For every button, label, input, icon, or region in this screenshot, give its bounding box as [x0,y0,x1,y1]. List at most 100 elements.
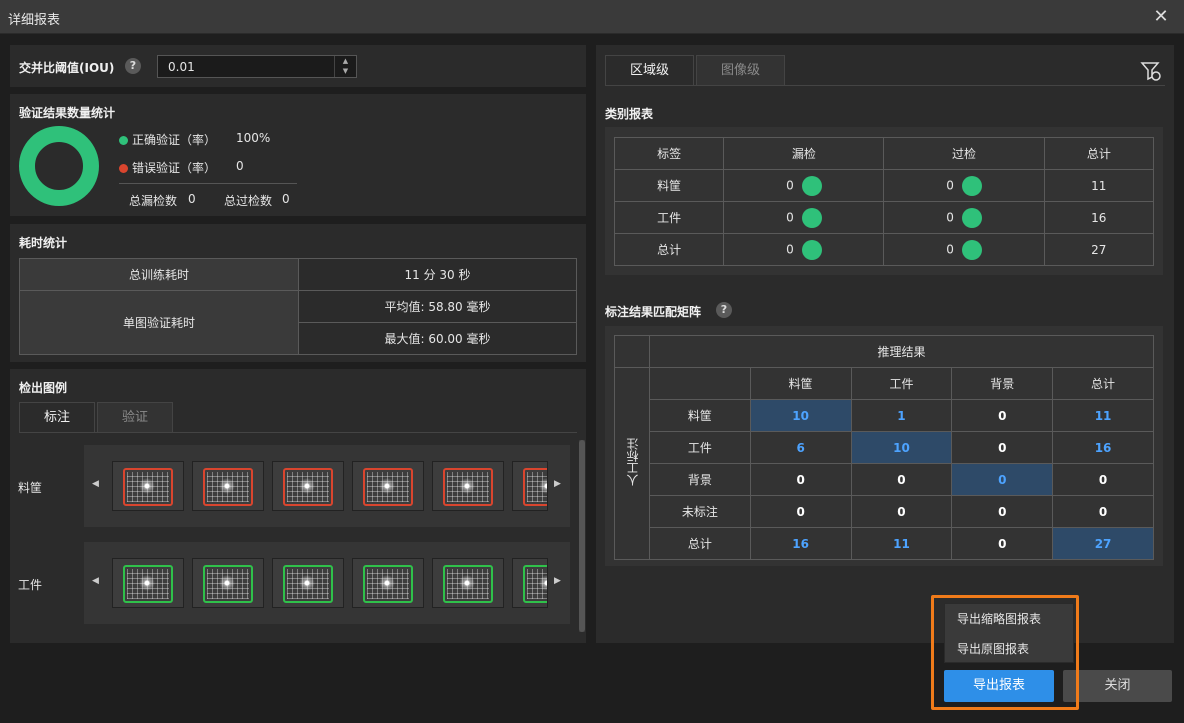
matrix-help-icon[interactable]: ? [716,302,732,318]
train-label: 总训练耗时 [19,258,299,291]
row-label: 总计 [613,233,725,266]
table-header-row: 人工标注 料筐 工件 背景 总计 [614,367,1154,560]
col-header: 总计 [1043,137,1155,170]
verify-donut-chart [19,126,99,206]
scroll-left-icon[interactable]: ◀ [92,576,99,586]
table-row: 料筐 0 0 11 [613,169,1155,202]
thumbnail[interactable] [192,461,264,511]
thumbnail[interactable] [512,558,548,608]
scrollbar-thumb[interactable] [579,440,585,632]
thumbnail[interactable] [272,558,344,608]
thumbnail[interactable] [272,461,344,511]
thumbnail[interactable] [432,558,504,608]
matrix-cell: 0 [1052,495,1154,528]
thumbnail[interactable] [352,558,424,608]
table-row: 工件 6 10 0 16 [615,431,1154,464]
matrix-cell: 16 [1052,431,1154,464]
filter-settings-icon[interactable] [1140,60,1162,82]
row-label-workpiece: 工件 [18,578,43,592]
matrix-cell: 0 [1052,463,1154,496]
status-ok-icon [961,175,982,196]
tab-image-level[interactable]: 图像级 [696,55,786,85]
thumbnail[interactable] [192,558,264,608]
thumbnail[interactable] [112,558,184,608]
missed-value: 0 [188,192,196,206]
side-header: 人工标注 [625,438,640,486]
table-row: 总计 0 0 27 [613,233,1155,266]
row-label: 背景 [649,463,751,496]
scroll-right-icon[interactable]: ▶ [554,576,561,586]
matrix-cell: 1 [850,399,953,432]
over-value: 0 [282,192,290,206]
thumbnail[interactable] [512,461,548,511]
table-row: 料筐 10 1 0 11 [615,399,1154,432]
matrix-cell: 0 [951,399,1054,432]
col-header: 标签 [613,137,725,170]
matrix-cell: 11 [850,527,953,560]
category-report-title: 类别报表 [605,107,654,121]
over-label: 总过检数 [224,194,273,208]
row-label: 料筐 [613,169,725,202]
close-icon[interactable]: ✕ [1150,6,1172,28]
matrix-cell: 0 [749,463,852,496]
menu-item-export-original[interactable]: 导出原图报表 [945,634,1073,664]
matrix-cell: 0 [951,431,1054,464]
table-header-row: 标签 漏检 过检 总计 [613,137,1155,170]
single-label: 单图验证耗时 [19,290,299,355]
thumbnail[interactable] [432,461,504,511]
category-report-table: 标签 漏检 过检 总计 料筐 0 0 11 工件 0 0 16 总计 0 0 2… [613,137,1155,266]
correct-value: 100% [236,131,271,145]
dialog-title: 详细报表 [8,13,61,28]
iou-help-icon[interactable]: ? [125,58,141,74]
corner-cell [614,335,650,368]
train-value: 11 分 30 秒 [298,258,577,291]
scroll-right-icon[interactable]: ▶ [554,479,561,489]
matrix-cell: 0 [951,495,1054,528]
decrement-icon[interactable]: ▼ [335,66,356,76]
verify-stats-title: 验证结果数量统计 [19,106,116,120]
matrix-cell: 0 [749,495,852,528]
tab-annotation[interactable]: 标注 [19,402,96,432]
menu-item-export-thumbnail[interactable]: 导出缩略图报表 [945,604,1073,634]
matrix-cell: 10 [850,431,953,464]
matrix-cell: 0 [951,527,1054,560]
total-cell: 27 [1043,233,1155,266]
close-button[interactable]: 关闭 [1063,670,1172,702]
iou-value[interactable]: 0.01 [168,60,195,74]
row-label: 料筐 [649,399,751,432]
over-cell: 0 [883,201,1045,234]
examples-scrollbar[interactable] [579,440,585,632]
tab-region-level[interactable]: 区域级 [605,55,695,85]
status-ok-icon [801,239,822,260]
top-header: 推理结果 [649,335,1154,368]
missed-cell: 0 [723,169,885,202]
time-stats-table: 总训练耗时 11 分 30 秒 单图验证耗时 平均值: 58.80 毫秒 最大值… [19,258,577,355]
export-report-button[interactable]: 导出报表 [944,670,1054,702]
matrix-cell: 0 [850,463,953,496]
row-label: 总计 [649,527,751,560]
cell-value: 0 [946,178,954,192]
cell-value: 0 [786,178,794,192]
row-label: 未标注 [649,495,751,528]
matrix-cell: 0 [951,463,1054,496]
iou-stepper[interactable]: 0.01 ▲ ▼ [157,55,357,78]
time-stats-title: 耗时统计 [19,236,68,250]
matrix-cell: 6 [749,431,852,464]
thumbnail[interactable] [352,461,424,511]
scroll-left-icon[interactable]: ◀ [92,479,99,489]
legend-correct: 正确验证（率） [119,131,216,148]
thumbnail[interactable] [112,461,184,511]
legend-wrong: 错误验证（率） [119,159,216,176]
correct-dot-icon [119,136,128,145]
row-label-basket: 料筐 [18,481,43,495]
correct-label: 正确验证（率） [132,133,217,147]
status-ok-icon [961,207,982,228]
corner-cell [649,367,751,400]
increment-icon[interactable]: ▲ [335,56,356,66]
missed-cell: 0 [723,201,885,234]
matrix-cell: 11 [1052,399,1154,432]
table-row: 工件 0 0 16 [613,201,1155,234]
tab-verify[interactable]: 验证 [97,402,174,432]
report-tabs: 区域级 图像级 [605,55,786,85]
avg-value: 平均值: 58.80 毫秒 [298,290,577,323]
